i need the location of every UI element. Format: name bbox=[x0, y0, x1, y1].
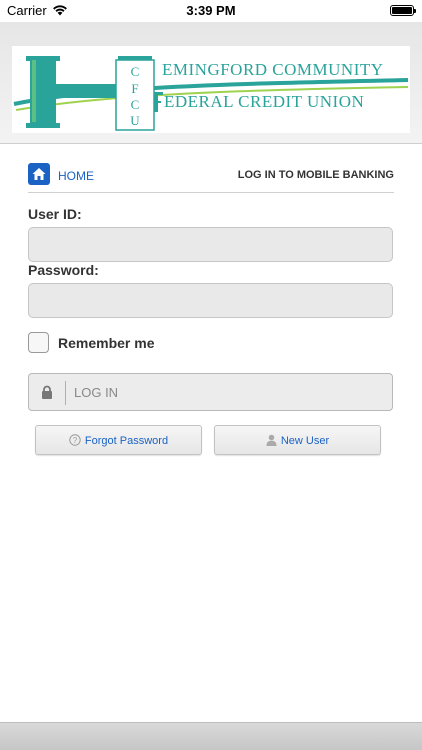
new-user-label: New User bbox=[280, 435, 330, 447]
home-icon bbox=[32, 168, 46, 180]
remember-me-checkbox[interactable] bbox=[28, 332, 49, 353]
login-divider bbox=[65, 381, 66, 405]
svg-text:C: C bbox=[131, 64, 140, 79]
svg-text:F: F bbox=[131, 81, 138, 96]
svg-text:U: U bbox=[130, 113, 140, 128]
forgot-password-label: Forgot Password bbox=[84, 435, 169, 447]
forgot-password-button[interactable]: ? Forgot Password bbox=[35, 425, 202, 455]
logo-text-line2: EDERAL CREDIT UNION bbox=[164, 92, 365, 111]
password-label: Password: bbox=[28, 262, 99, 278]
login-label: LOG IN bbox=[74, 385, 119, 400]
svg-text:?: ? bbox=[73, 436, 78, 445]
password-input[interactable] bbox=[28, 283, 393, 318]
status-bar: Carrier 3:39 PM bbox=[0, 0, 422, 22]
user-icon bbox=[266, 434, 277, 446]
remember-me-label: Remember me bbox=[58, 335, 155, 351]
logo-text-line1: EMINGFORD COMMUNITY bbox=[162, 60, 384, 79]
footer-bar bbox=[0, 722, 422, 750]
battery-icon bbox=[390, 5, 416, 16]
new-user-button[interactable]: New User bbox=[214, 425, 381, 455]
question-circle-icon: ? bbox=[69, 434, 81, 446]
user-id-input[interactable] bbox=[28, 227, 393, 262]
page-title: LOG IN TO MOBILE BANKING bbox=[237, 169, 394, 181]
login-button[interactable]: LOG IN bbox=[28, 373, 393, 411]
breadcrumb-bar: HOME LOG IN TO MOBILE BANKING bbox=[28, 163, 394, 193]
home-link[interactable]: HOME bbox=[58, 169, 94, 183]
credit-union-logo: C F C U EMINGFORD COMMUNITY EDERAL CREDI… bbox=[12, 46, 410, 133]
svg-text:C: C bbox=[131, 97, 140, 112]
user-id-label: User ID: bbox=[28, 206, 82, 222]
lock-icon bbox=[42, 385, 52, 399]
app-header: C F C U EMINGFORD COMMUNITY EDERAL CREDI… bbox=[0, 22, 422, 144]
clock: 3:39 PM bbox=[186, 3, 236, 18]
home-button[interactable] bbox=[28, 163, 50, 185]
